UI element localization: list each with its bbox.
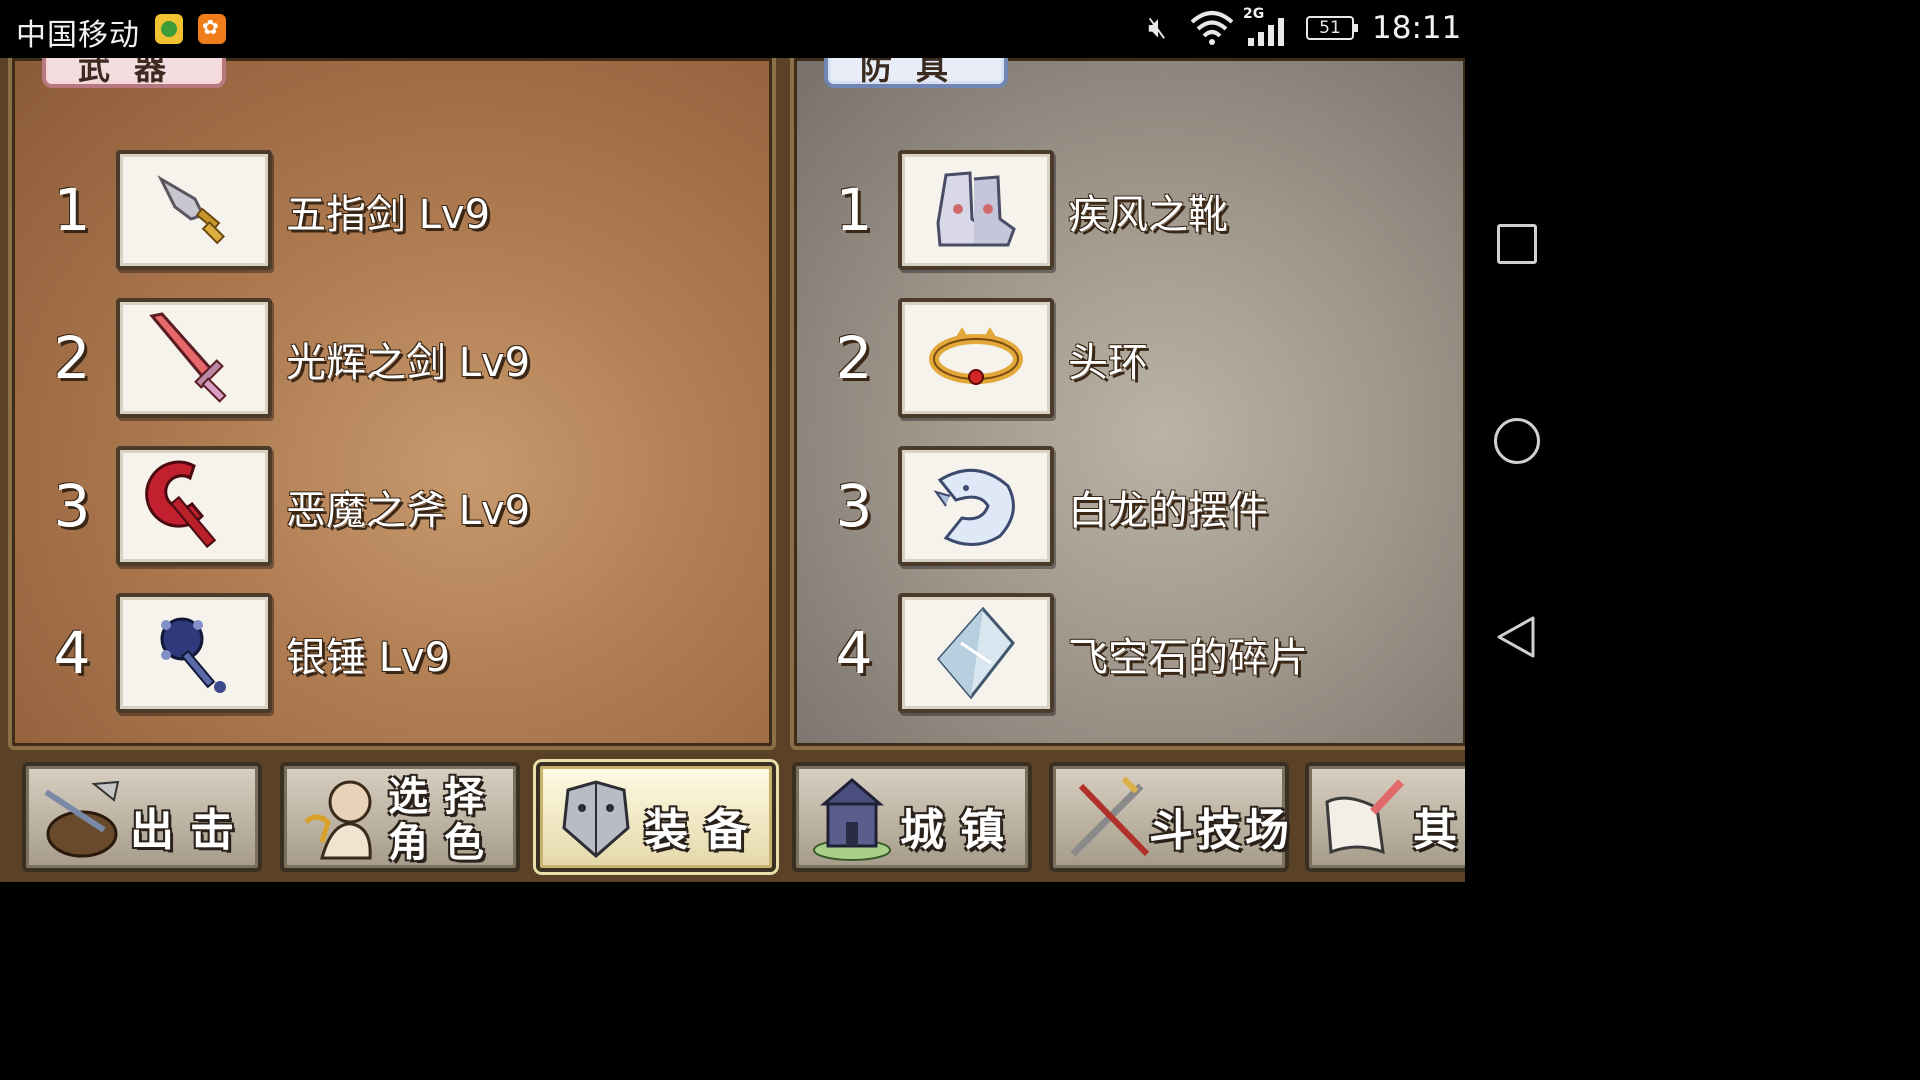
home-icon[interactable] <box>1494 418 1540 464</box>
item-name: 光辉之剑 Lv9 <box>286 340 531 386</box>
menu-label: 选择角色 <box>388 774 500 866</box>
slot-number: 2 <box>835 324 873 392</box>
town-icon <box>813 778 891 861</box>
menu-button-sortie[interactable]: 出击 <box>22 762 262 872</box>
menu-button-town[interactable]: 城镇 <box>792 762 1032 872</box>
boots-icon[interactable] <box>898 150 1054 270</box>
menu-button-arena[interactable]: 斗技场 <box>1049 762 1289 872</box>
weapon-panel: 武器 1 五指剑 Lv9 2 光辉之剑 Lv9 3 恶魔之斧 Lv9 4 银锤 … <box>8 58 776 750</box>
sword-icon[interactable] <box>116 298 272 418</box>
armor-panel: 防具 1 疾风之靴 2 头环 3 白龙的摆件 4 飞空石的碎片 <box>790 58 1465 750</box>
navigation-bar <box>1465 58 1568 882</box>
slot-number: 1 <box>835 176 873 244</box>
sortie-ship-icon <box>44 780 120 858</box>
menu-label: 装备 <box>644 805 764 856</box>
carrier-label: 中国移动 <box>16 18 140 53</box>
mace-icon[interactable] <box>116 593 272 713</box>
menu-button-other[interactable]: 其 <box>1305 762 1465 872</box>
status-bar: 中国移动 🔇︎ 2G 51 18:11 <box>0 0 1568 58</box>
app-notification-icon <box>155 14 183 44</box>
arena-swords-icon <box>1070 776 1150 857</box>
weapon-tab[interactable]: 武器 <box>42 58 226 88</box>
back-icon[interactable] <box>1495 614 1537 660</box>
menu-label: 其 <box>1413 805 1465 856</box>
item-name: 恶魔之斧 Lv9 <box>286 488 531 534</box>
item-name: 飞空石的碎片 <box>1068 635 1308 681</box>
item-name: 五指剑 Lv9 <box>286 192 491 238</box>
game-screen: 中国移动 🔇︎ 2G 51 18:11 武器 1 <box>0 0 1568 882</box>
slot-number: 3 <box>835 472 873 540</box>
item-name: 银锤 Lv9 <box>286 635 451 681</box>
item-name: 头环 <box>1068 340 1148 386</box>
dagger-icon[interactable] <box>116 150 272 270</box>
menu-button-equipment[interactable]: 装备 <box>536 762 776 872</box>
signal-icon <box>1248 18 1284 46</box>
menu-label: 出击 <box>130 805 250 856</box>
slot-number: 4 <box>53 619 91 687</box>
slot-number: 3 <box>53 472 91 540</box>
axe-icon[interactable] <box>116 446 272 566</box>
app-notification-icon <box>198 14 226 44</box>
slot-number: 4 <box>835 619 873 687</box>
menu-button-select-character[interactable]: 选择角色 <box>280 762 520 872</box>
game-view: 武器 1 五指剑 Lv9 2 光辉之剑 Lv9 3 恶魔之斧 Lv9 4 银锤 … <box>0 58 1465 882</box>
menu-label: 斗技场 <box>1149 805 1293 856</box>
battery-icon: 51 <box>1306 16 1358 40</box>
bottom-menu: 出击 选择角色 装备 城镇 斗技场 其 <box>0 758 1465 882</box>
slot-number: 2 <box>53 324 91 392</box>
mute-icon: 🔇︎ <box>1148 10 1167 45</box>
character-select-icon <box>304 780 372 860</box>
circlet-icon[interactable] <box>898 298 1054 418</box>
equipment-armor-icon <box>562 780 630 858</box>
armor-tab[interactable]: 防具 <box>824 58 1008 88</box>
item-name: 疾风之靴 <box>1068 192 1228 238</box>
other-scroll-icon <box>1325 779 1404 855</box>
wifi-icon <box>1190 11 1234 45</box>
menu-label: 城镇 <box>900 805 1020 856</box>
crystal-shard-icon[interactable] <box>898 593 1054 713</box>
recent-apps-icon[interactable] <box>1497 224 1537 264</box>
dragon-icon[interactable] <box>898 446 1054 566</box>
item-name: 白龙的摆件 <box>1068 488 1268 534</box>
slot-number: 1 <box>53 176 91 244</box>
clock: 18:11 <box>1372 10 1462 46</box>
